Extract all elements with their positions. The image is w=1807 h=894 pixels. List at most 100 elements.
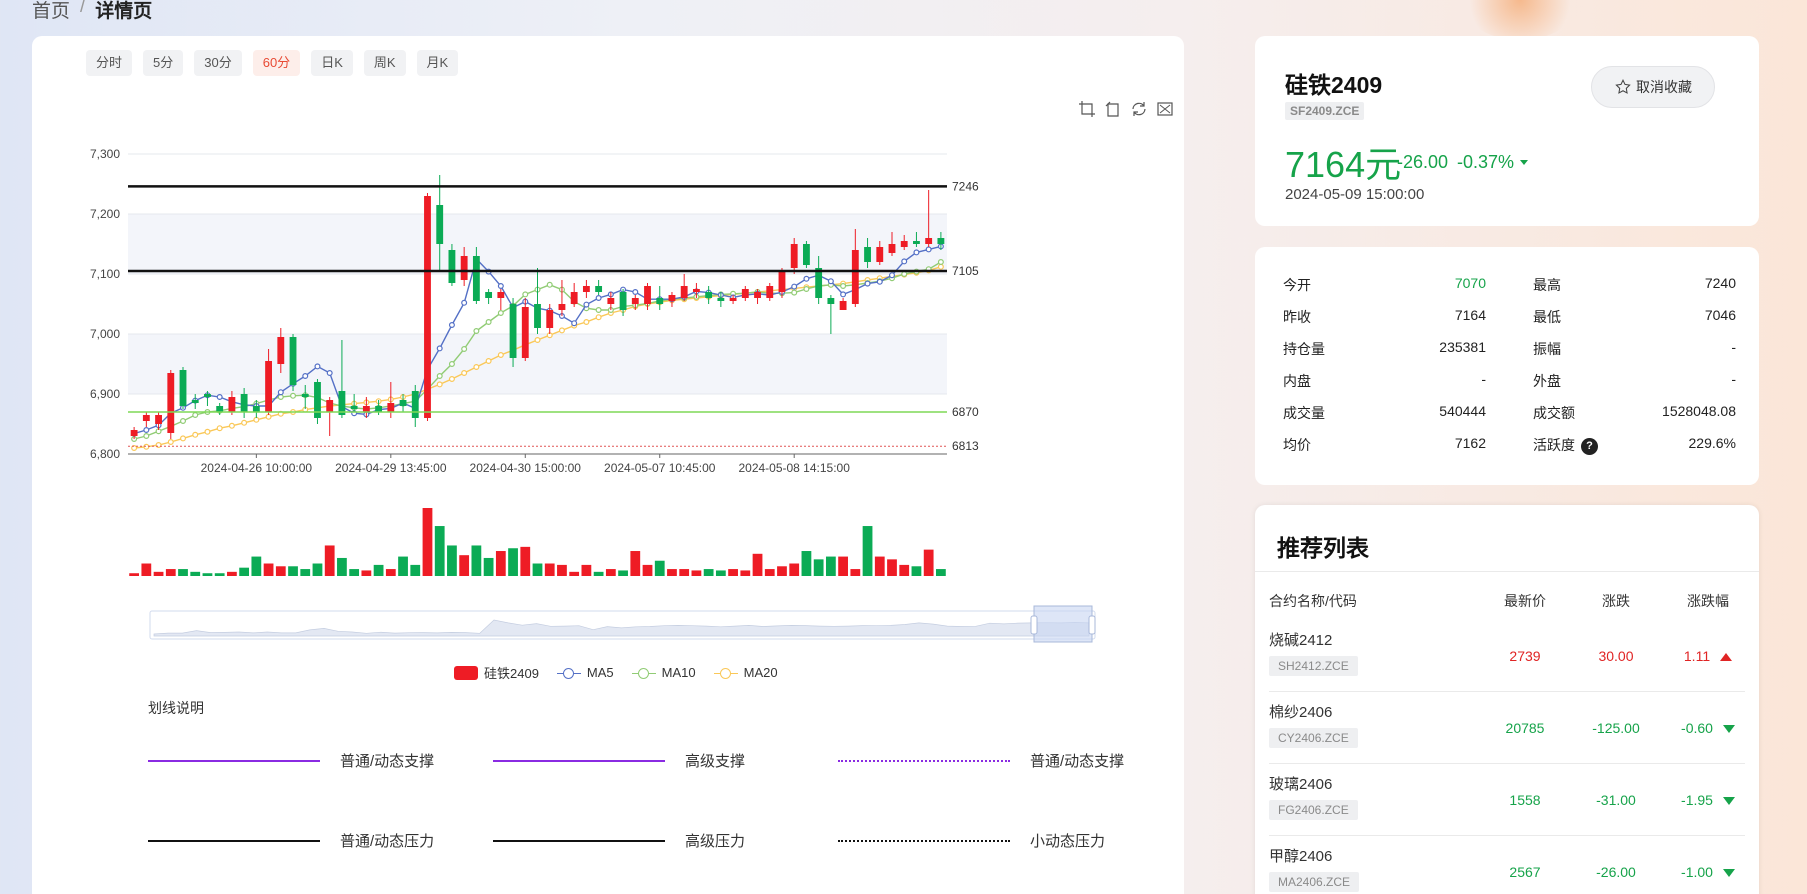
chart-card: 分时 5分 30分 60分 日K 周K 月K 6,800 6,900 7,000 7,… [32, 36, 1184, 894]
line-legend-item: 高级压力 [493, 830, 745, 851]
candle-body [925, 238, 933, 244]
candle-body [497, 292, 505, 298]
line-sample [838, 759, 1010, 762]
row-pct: 1.11 [1663, 648, 1753, 664]
breadcrumb-current: 详情页 [95, 1, 153, 22]
candle-body [191, 400, 199, 403]
kline-chart[interactable]: 6,800 6,900 7,000 7,100 7,200 7,300 2024-04-2… [32, 36, 1184, 656]
stat-label: 均价 [1283, 437, 1311, 453]
candle-body [448, 250, 456, 283]
volume-bar [667, 569, 677, 576]
candle-body [472, 256, 480, 301]
zoom-handle-right[interactable] [1088, 615, 1096, 635]
legend-ma20[interactable]: MA20 [713, 663, 778, 682]
candle-body [216, 406, 224, 412]
candle-body [277, 337, 285, 364]
candle [314, 379, 321, 424]
y-tick-label: 6,900 [90, 387, 120, 401]
volume-bar [129, 573, 140, 576]
x-tick-label: 2024-04-29 13:45:00 [335, 461, 447, 475]
header-price: 最新价 [1504, 593, 1546, 609]
triangle-down-icon [1520, 160, 1529, 165]
line-legend-label: 普通/动态压力 [340, 833, 435, 850]
legend-ma5[interactable]: MA5 [556, 663, 614, 682]
line-sample [493, 759, 665, 762]
table-row[interactable]: 烧碱2412 SH2412.ZCE 2739 30.00 1.11 [1269, 620, 1745, 692]
candle-body [668, 295, 676, 301]
stat-value: 7164 [1454, 307, 1486, 323]
volume-bar [141, 563, 152, 576]
volume-bar [337, 557, 347, 576]
volume-bar [361, 570, 372, 576]
row-pct-value: -0.60 [1681, 720, 1713, 736]
candle-body [619, 292, 627, 310]
divider [1255, 571, 1759, 572]
volume-bar [642, 564, 653, 576]
candle-body [754, 292, 761, 298]
line-legend-label: 高级支撑 [685, 753, 746, 770]
candle-body [864, 247, 871, 262]
ma10-point [290, 392, 297, 399]
ma10-point [448, 361, 455, 368]
volume-bar [312, 563, 323, 576]
ma10-point [277, 394, 284, 401]
volume-bar [789, 563, 800, 576]
legend-candle[interactable]: 硅铁2409 [454, 663, 539, 682]
datazoom-slider[interactable] [149, 605, 1096, 643]
ma5-point [302, 373, 309, 380]
ma20-point [583, 319, 590, 326]
legend-candle-swatch [454, 665, 478, 680]
line-legend-label: 普通/动态支撑 [1030, 753, 1125, 770]
x-axis: 2024-04-26 10:00:00 2024-04-29 13:45:00 20… [201, 454, 850, 475]
ma5-point [461, 299, 468, 306]
candle-body [265, 361, 272, 412]
zoom-handle-left[interactable] [1030, 615, 1038, 635]
table-row[interactable]: 棉纱2406 CY2406.ZCE 20785 -125.00 -0.60 [1269, 692, 1745, 764]
candle-body [876, 247, 884, 262]
zoom-window[interactable] [1033, 605, 1093, 643]
stat-value: 7162 [1454, 435, 1486, 451]
row-name: 甲醇2406 [1269, 848, 1333, 865]
ma20-point [167, 439, 174, 446]
row-price: 2567 [1509, 864, 1541, 880]
volume-bar [385, 569, 396, 576]
row-pct-value: -1.95 [1681, 792, 1713, 808]
row-pct: -1.95 [1663, 792, 1753, 808]
help-icon[interactable]: ? [1581, 437, 1598, 455]
volume-bar [190, 571, 201, 576]
volume-bar [495, 551, 506, 576]
volume-bar [630, 551, 641, 576]
stat-label: 内盘 [1283, 373, 1311, 389]
chart-legend: 硅铁2409 MA5 MA10 MA20 [454, 663, 778, 682]
grid-band [128, 154, 947, 214]
candle-body [375, 406, 383, 412]
candle-body [900, 241, 908, 247]
candle-body [680, 286, 688, 298]
unfavorite-button[interactable]: 取消收藏 [1591, 66, 1715, 108]
table-row[interactable]: 甲醇2406 MA2406.ZCE 2567 -26.00 -1.00 [1269, 836, 1745, 894]
volume-bar [862, 526, 873, 576]
volume-bar [202, 573, 213, 576]
ma10-point [901, 271, 908, 278]
line-sample [148, 759, 320, 762]
volume-bar [605, 569, 616, 576]
ma5-point [913, 249, 920, 256]
stat-label: 昨收 [1283, 309, 1311, 325]
legend-ma10[interactable]: MA10 [631, 663, 696, 682]
triangle-down-icon [1722, 797, 1735, 806]
candle-body [582, 286, 590, 292]
volume-bar [777, 566, 787, 576]
candle-body [240, 394, 248, 412]
header-pct: 涨跌幅 [1687, 593, 1729, 609]
stat-label: 最高 [1533, 277, 1561, 293]
row-price: 20785 [1505, 720, 1545, 736]
table-row[interactable]: 玻璃2406 FG2406.ZCE 1558 -31.00 -1.95 [1269, 764, 1745, 836]
candle-body [717, 298, 725, 301]
ma5-point [888, 272, 895, 279]
volume-bar [569, 571, 580, 576]
legend-ma20-swatch [713, 666, 738, 680]
row-name: 棉纱2406 [1269, 704, 1333, 721]
candle-body [546, 310, 554, 328]
candle-body [130, 430, 138, 436]
breadcrumb-home[interactable]: 首页 [32, 0, 70, 23]
